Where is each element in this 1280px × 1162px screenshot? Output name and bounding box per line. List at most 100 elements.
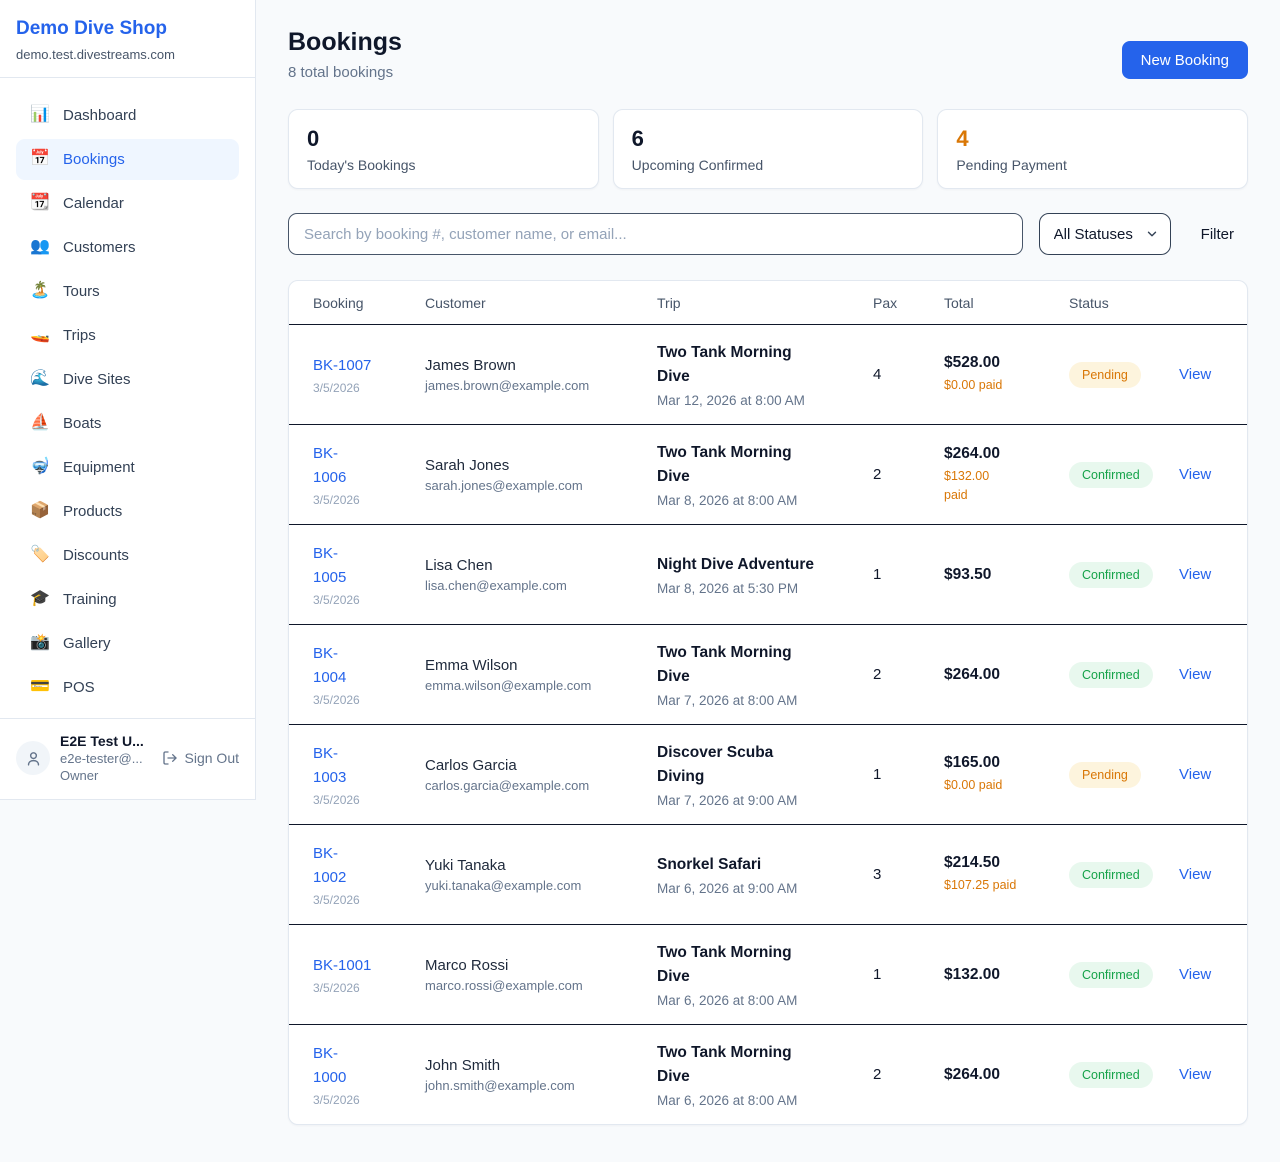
new-booking-button[interactable]: New Booking — [1122, 41, 1248, 79]
sidebar-item-label: Equipment — [63, 459, 135, 476]
sidebar-item-equipment[interactable]: 🤿 Equipment — [16, 447, 239, 488]
status-cell: Pending — [1069, 762, 1179, 788]
search-input[interactable] — [288, 213, 1023, 255]
trip-time: Mar 7, 2026 at 9:00 AM — [657, 793, 863, 808]
sidebar-item-dive-sites[interactable]: 🌊 Dive Sites — [16, 359, 239, 400]
sidebar-item-label: Tours — [63, 283, 100, 300]
booking-id-link[interactable]: BK- 1000 — [313, 1042, 415, 1090]
booking-id-link[interactable]: BK- 1005 — [313, 542, 415, 590]
stat-value: 6 — [632, 125, 905, 153]
booking-date: 3/5/2026 — [313, 1093, 415, 1107]
stat-label: Upcoming Confirmed — [632, 157, 905, 173]
booking-id-link[interactable]: BK-1001 — [313, 954, 415, 978]
customer-name: Sarah Jones — [425, 457, 647, 474]
view-link[interactable]: View — [1179, 366, 1211, 383]
stat-value: 4 — [956, 125, 1229, 153]
customer-cell: John Smith john.smith@example.com — [425, 1057, 657, 1093]
sidebar-item-label: Calendar — [63, 195, 124, 212]
shop-domain: demo.test.divestreams.com — [16, 47, 239, 62]
column-header-customer: Customer — [425, 295, 657, 311]
trip-name: Two Tank Morning Dive — [657, 941, 863, 989]
sidebar-item-training[interactable]: 🎓 Training — [16, 579, 239, 620]
controls-row: All Statuses Filter — [288, 213, 1248, 255]
view-link[interactable]: View — [1179, 966, 1211, 983]
sidebar-item-calendar[interactable]: 📆 Calendar — [16, 183, 239, 224]
sidebar-item-gallery[interactable]: 📸 Gallery — [16, 623, 239, 664]
booking-id-link[interactable]: BK- 1006 — [313, 442, 415, 490]
total-amount: $165.00 — [944, 754, 1059, 772]
booking-cell: BK- 1002 3/5/2026 — [313, 842, 425, 907]
status-badge: Confirmed — [1069, 562, 1153, 588]
sidebar-item-customers[interactable]: 👥 Customers — [16, 227, 239, 268]
table-row: BK- 1000 3/5/2026 John Smith john.smith@… — [289, 1024, 1247, 1124]
stat-label: Pending Payment — [956, 157, 1229, 173]
status-badge: Confirmed — [1069, 1062, 1153, 1088]
sidebar-item-label: Discounts — [63, 547, 129, 564]
sign-out-button[interactable]: Sign Out — [162, 750, 239, 766]
booking-date: 3/5/2026 — [313, 693, 415, 707]
stat-card-upcoming-confirmed: 6 Upcoming Confirmed — [613, 109, 924, 190]
trip-cell: Night Dive Adventure Mar 8, 2026 at 5:30… — [657, 553, 873, 596]
sidebar-item-dashboard[interactable]: 📊 Dashboard — [16, 95, 239, 136]
booking-id-link[interactable]: BK-1007 — [313, 354, 415, 378]
booking-cell: BK-1007 3/5/2026 — [313, 354, 425, 395]
booking-date: 3/5/2026 — [313, 793, 415, 807]
actions-cell: View — [1179, 766, 1223, 784]
trip-cell: Two Tank Morning Dive Mar 6, 2026 at 8:0… — [657, 941, 873, 1008]
total-cell: $214.50 $107.25 paid — [944, 854, 1069, 895]
products-icon: 📦 — [30, 503, 50, 519]
table-body: BK-1007 3/5/2026 James Brown james.brown… — [289, 324, 1247, 1124]
customer-name: Emma Wilson — [425, 657, 647, 674]
view-link[interactable]: View — [1179, 566, 1211, 583]
sidebar-item-trips[interactable]: 🚤 Trips — [16, 315, 239, 356]
trip-cell: Two Tank Morning Dive Mar 7, 2026 at 8:0… — [657, 641, 873, 708]
page-title: Bookings — [288, 28, 402, 57]
column-header-total: Total — [944, 295, 1069, 311]
view-link[interactable]: View — [1179, 766, 1211, 783]
booking-id-link[interactable]: BK- 1002 — [313, 842, 415, 890]
customer-email: yuki.tanaka@example.com — [425, 878, 647, 893]
pos-icon: 💳 — [30, 679, 50, 695]
total-cell: $528.00 $0.00 paid — [944, 354, 1069, 395]
bookings-table: Booking Customer Trip Pax Total Status B… — [288, 280, 1248, 1125]
sidebar-item-products[interactable]: 📦 Products — [16, 491, 239, 532]
view-link[interactable]: View — [1179, 666, 1211, 683]
pax-cell: 3 — [873, 866, 944, 883]
status-badge: Pending — [1069, 762, 1141, 788]
booking-id-link[interactable]: BK- 1003 — [313, 742, 415, 790]
paid-amount: $107.25 paid — [944, 876, 1059, 895]
customer-cell: Carlos Garcia carlos.garcia@example.com — [425, 757, 657, 793]
customer-email: sarah.jones@example.com — [425, 478, 647, 493]
customer-cell: Emma Wilson emma.wilson@example.com — [425, 657, 657, 693]
sidebar-item-label: Bookings — [63, 151, 125, 168]
total-cell: $264.00 — [944, 1066, 1069, 1084]
customer-cell: Lisa Chen lisa.chen@example.com — [425, 557, 657, 593]
booking-cell: BK- 1000 3/5/2026 — [313, 1042, 425, 1107]
pax-cell: 1 — [873, 966, 944, 983]
status-filter-wrap: All Statuses — [1039, 213, 1171, 255]
table-row: BK-1007 3/5/2026 James Brown james.brown… — [289, 324, 1247, 424]
sidebar-item-boats[interactable]: ⛵ Boats — [16, 403, 239, 444]
table-row: BK- 1004 3/5/2026 Emma Wilson emma.wilso… — [289, 624, 1247, 724]
customer-email: marco.rossi@example.com — [425, 978, 647, 993]
status-filter-select[interactable]: All Statuses — [1039, 213, 1171, 255]
sidebar-item-discounts[interactable]: 🏷️ Discounts — [16, 535, 239, 576]
view-link[interactable]: View — [1179, 1066, 1211, 1083]
actions-cell: View — [1179, 366, 1223, 384]
customer-email: lisa.chen@example.com — [425, 578, 647, 593]
sidebar-item-pos[interactable]: 💳 POS — [16, 667, 239, 708]
shop-name: Demo Dive Shop — [16, 18, 239, 41]
total-amount: $528.00 — [944, 354, 1059, 372]
stat-card-pending-payment: 4 Pending Payment — [937, 109, 1248, 190]
view-link[interactable]: View — [1179, 866, 1211, 883]
booking-id-link[interactable]: BK- 1004 — [313, 642, 415, 690]
actions-cell: View — [1179, 966, 1223, 984]
sidebar-item-tours[interactable]: 🏝️ Tours — [16, 271, 239, 312]
dive-sites-icon: 🌊 — [30, 371, 50, 387]
view-link[interactable]: View — [1179, 466, 1211, 483]
sidebar-item-bookings[interactable]: 📅 Bookings — [16, 139, 239, 180]
actions-cell: View — [1179, 466, 1223, 484]
customer-name: Yuki Tanaka — [425, 857, 647, 874]
sidebar: Demo Dive Shop demo.test.divestreams.com… — [0, 0, 256, 800]
filter-button[interactable]: Filter — [1187, 226, 1248, 243]
